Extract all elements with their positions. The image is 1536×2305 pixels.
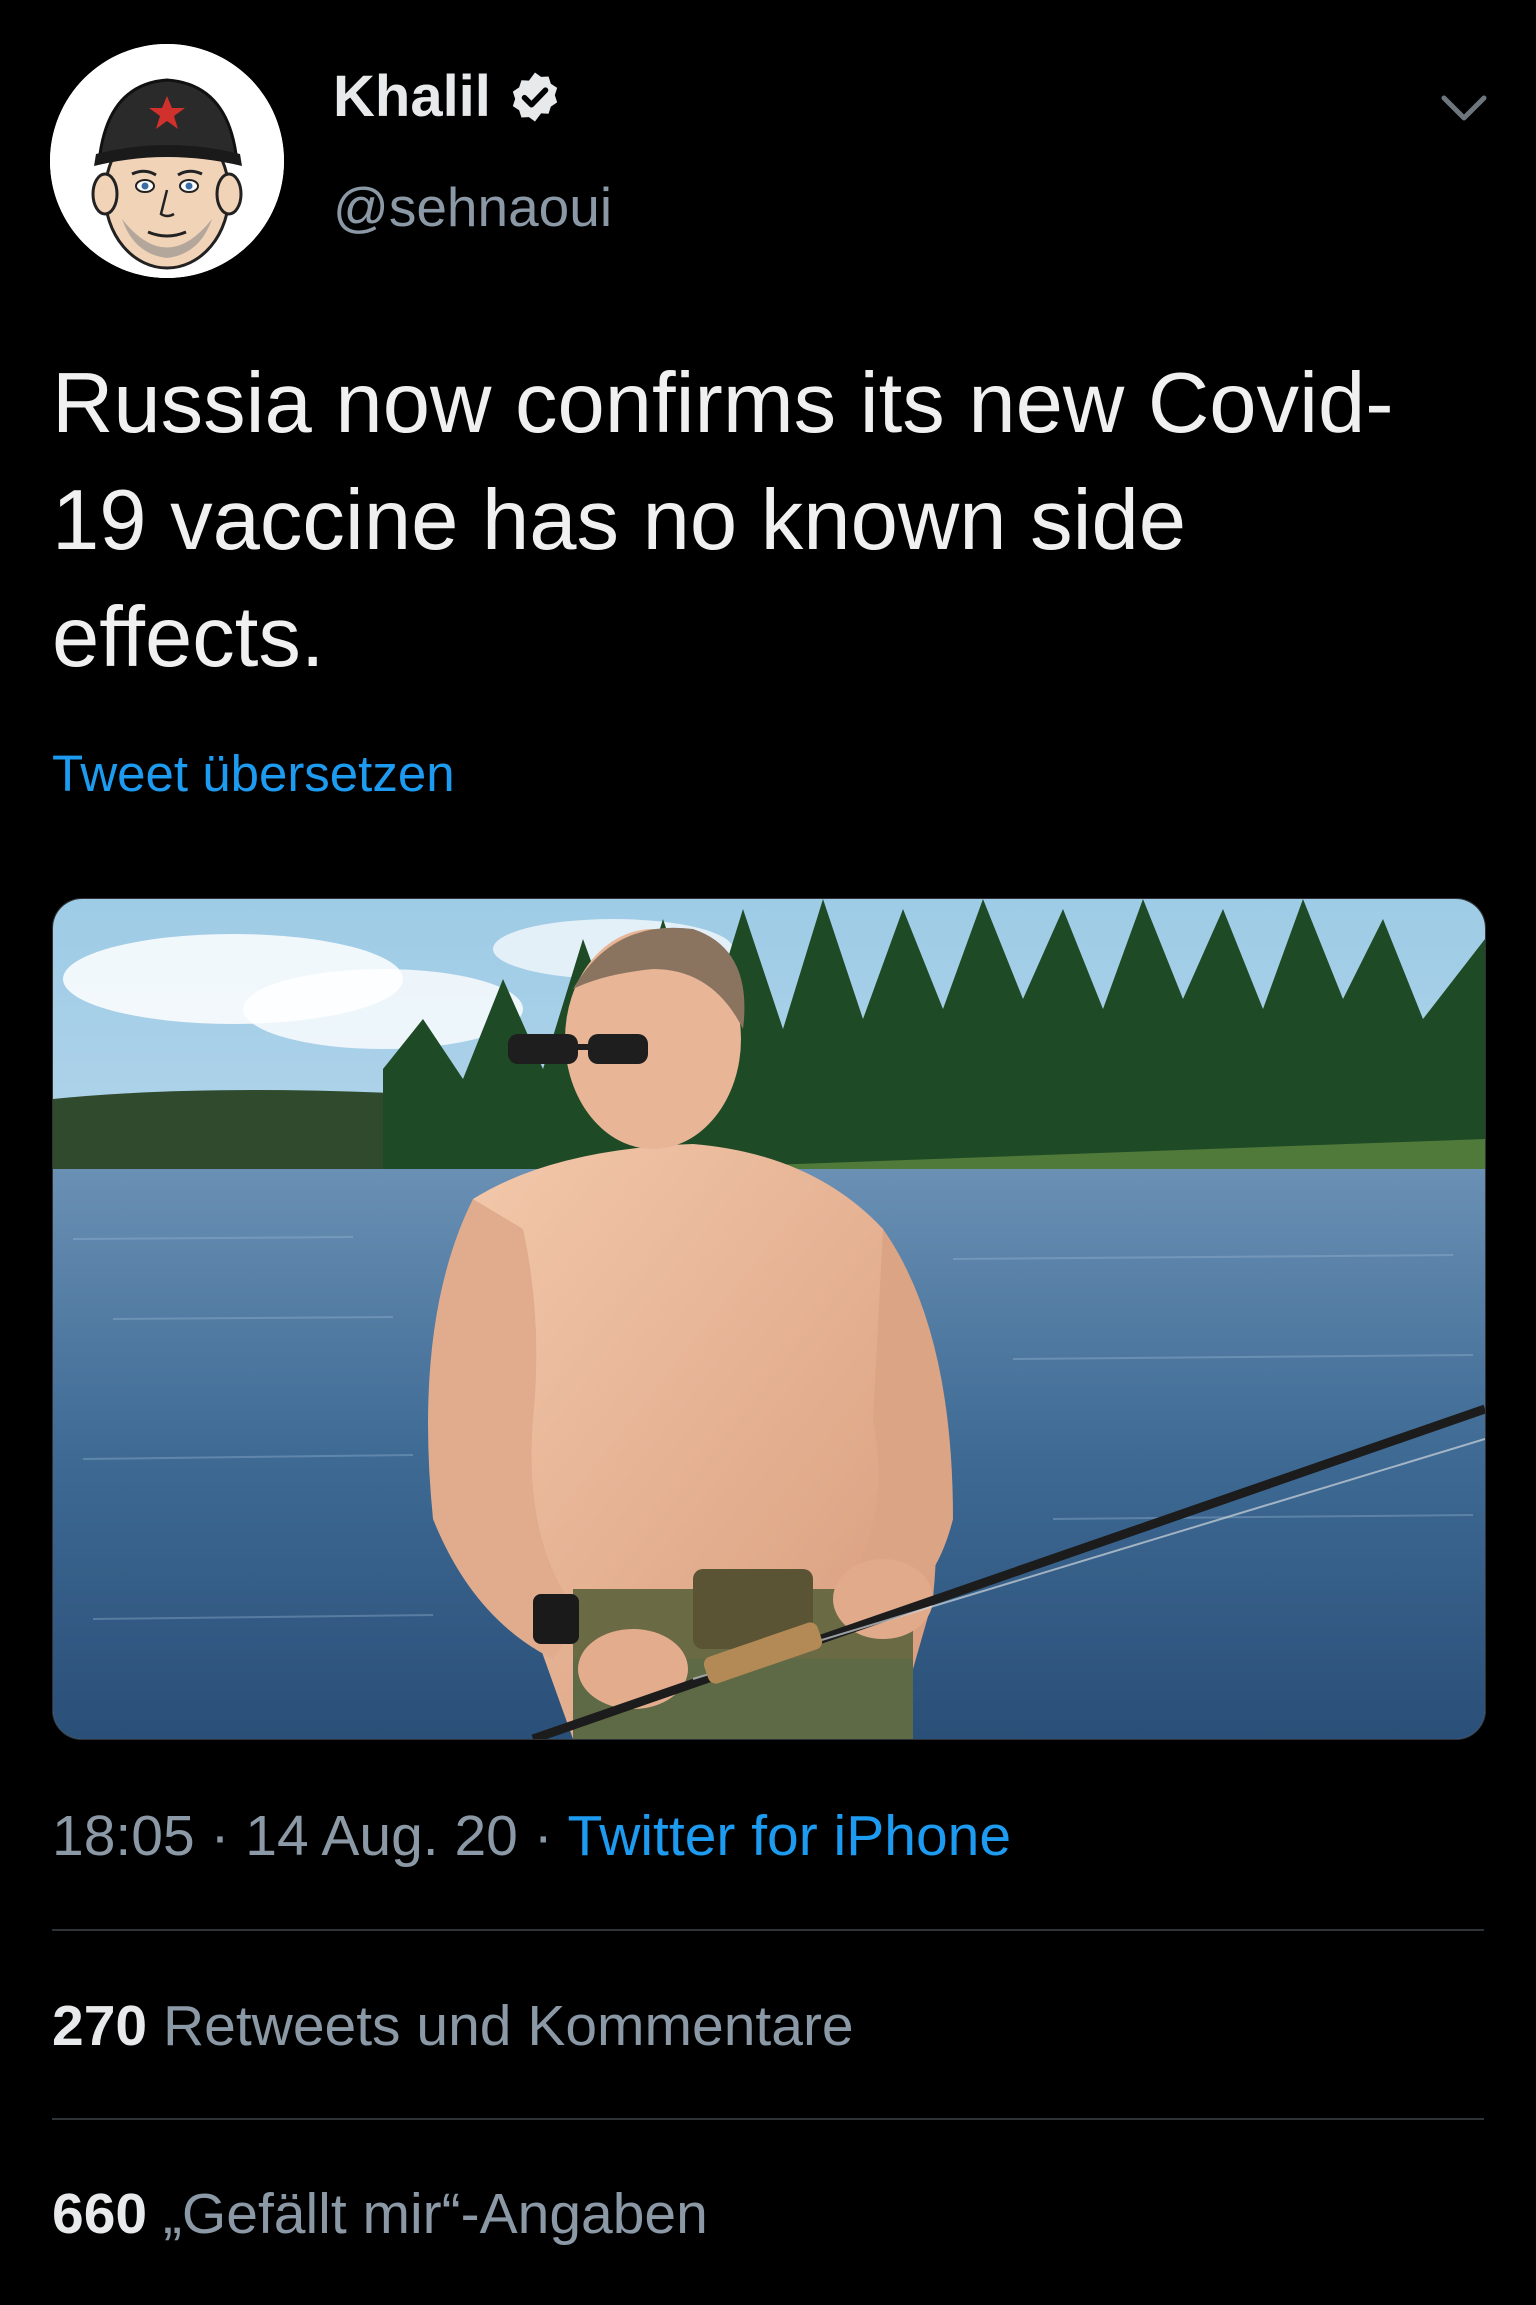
retweets-label: Retweets und Kommentare <box>162 1994 854 2058</box>
author-handle[interactable]: @sehnaoui <box>333 180 612 235</box>
likes-count: 660 <box>52 2182 148 2246</box>
retweets-stat[interactable]: 270 Retweets und Kommentare <box>52 1998 854 2055</box>
likes-label: „Gefällt mir“-Angaben <box>162 2182 708 2246</box>
retweets-count: 270 <box>52 1994 148 2058</box>
avatar[interactable] <box>50 44 284 278</box>
divider <box>52 2118 1484 2120</box>
verified-badge-icon <box>512 72 558 122</box>
lake-fishing-photo <box>53 899 1485 1739</box>
author-name-row[interactable]: Khalil <box>333 68 563 126</box>
more-options-button[interactable] <box>1436 88 1492 128</box>
meta-separator: · <box>517 1804 568 1868</box>
tweet-time: 18:05 <box>52 1804 195 1868</box>
tweet-media-photo[interactable] <box>52 898 1486 1740</box>
author-display-name[interactable]: Khalil <box>333 68 491 126</box>
likes-stat[interactable]: 660 „Gefällt mir“-Angaben <box>52 2186 708 2243</box>
divider <box>52 1929 1484 1931</box>
translate-tweet-link[interactable]: Tweet übersetzen <box>52 748 455 799</box>
tweet-date: 14 Aug. 20 <box>245 1804 518 1868</box>
chevron-down-icon <box>1441 95 1487 121</box>
tweet-meta: 18:05 · 14 Aug. 20 · Twitter for iPhone <box>52 1808 1011 1865</box>
cartoon-avatar-image <box>50 44 284 278</box>
tweet-text: Russia now confirms its new Covid-19 vac… <box>52 356 1394 685</box>
meta-separator: · <box>194 1804 246 1868</box>
tweet-source-link[interactable]: Twitter for iPhone <box>568 1804 1012 1868</box>
